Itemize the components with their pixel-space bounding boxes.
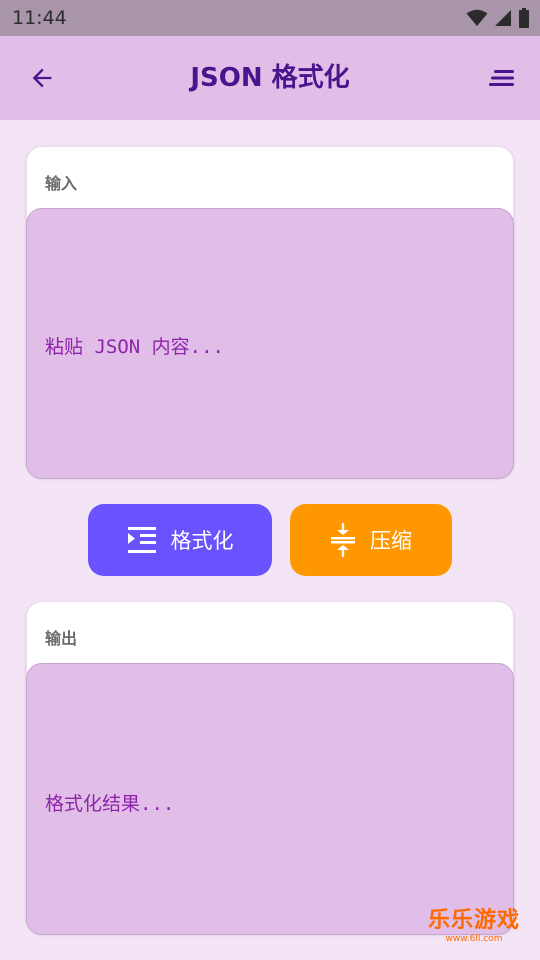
battery-icon <box>519 8 529 28</box>
format-button[interactable]: 格式化 <box>88 504 272 576</box>
sort-lines-icon <box>489 70 514 86</box>
app-bar: JSON 格式化 <box>0 36 540 120</box>
output-card: 输出 格式化结果... <box>26 601 514 935</box>
compress-vertical-icon <box>331 523 355 557</box>
compress-button-label: 压缩 <box>370 529 412 553</box>
indent-format-icon <box>127 527 156 553</box>
status-icons <box>466 8 530 28</box>
status-bar: 11:44 <box>0 0 540 36</box>
json-output-field[interactable]: 格式化结果... <box>26 663 514 935</box>
page-title: JSON 格式化 <box>190 63 350 93</box>
status-time: 11:44 <box>12 7 67 29</box>
watermark-url: www.6ll.com <box>445 934 503 944</box>
watermark-logo-text: 乐乐游戏 <box>427 908 520 933</box>
output-label: 输出 <box>45 629 78 648</box>
input-placeholder: 粘贴 JSON 内容... <box>45 336 224 358</box>
input-card: 输入 粘贴 JSON 内容... <box>26 146 514 479</box>
compress-button[interactable]: 压缩 <box>290 504 452 576</box>
format-button-label: 格式化 <box>170 529 234 553</box>
watermark: 乐乐游戏 www.6ll.com <box>414 908 534 948</box>
wifi-icon <box>466 9 488 26</box>
json-input-field[interactable]: 粘贴 JSON 内容... <box>26 208 514 479</box>
input-label: 输入 <box>45 174 78 193</box>
signal-icon <box>495 10 511 26</box>
back-button[interactable] <box>20 56 64 100</box>
output-placeholder: 格式化结果... <box>45 793 175 815</box>
arrow-back-icon <box>32 68 52 88</box>
menu-button[interactable] <box>480 56 524 100</box>
